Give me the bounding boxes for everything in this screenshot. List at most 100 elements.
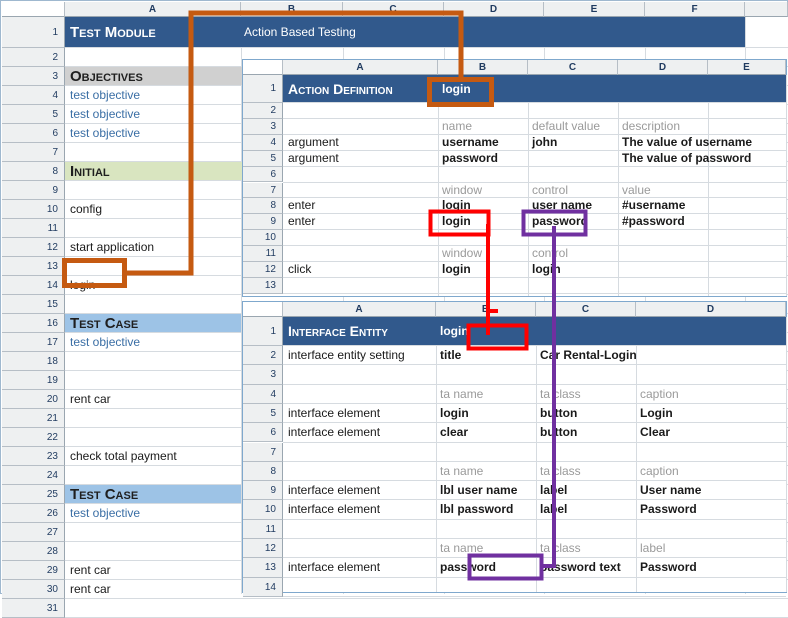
main-cell-A4: test objective xyxy=(70,88,141,102)
action-row-header-6[interactable]: 6 xyxy=(243,166,283,183)
main-column-header-D[interactable]: D xyxy=(444,2,544,17)
iface-row-header-7[interactable]: 7 xyxy=(243,442,283,462)
action-cell-B7: window xyxy=(442,182,483,197)
iface-select-all-corner[interactable] xyxy=(243,302,283,317)
main-row-header-23[interactable]: 23 xyxy=(2,447,65,466)
main-row-header-25[interactable]: 25 xyxy=(2,485,65,504)
action-row-header-1[interactable]: 1 xyxy=(243,75,283,103)
main-row-header-22[interactable]: 22 xyxy=(2,428,65,447)
main-row-header-7[interactable]: 7 xyxy=(2,143,65,162)
action-cell-B12: login xyxy=(442,262,471,276)
action-column-header-E[interactable]: E xyxy=(708,60,786,75)
main-row-header-19[interactable]: 19 xyxy=(2,371,65,390)
action-row-header-12[interactable]: 12 xyxy=(243,262,283,278)
action-cell-A5: argument xyxy=(288,150,339,165)
iface-cell-C5: button xyxy=(540,405,578,420)
main-row-header-8[interactable]: 8 xyxy=(2,162,65,181)
iface-grid-row-line xyxy=(283,595,786,597)
main-column-header-E[interactable]: E xyxy=(544,2,645,17)
main-row-header-26[interactable]: 26 xyxy=(2,504,65,523)
iface-cell-A6: interface element xyxy=(288,425,381,440)
action-definition-panel[interactable]: A B C D E 1 Action Definition login 2 3 name defaul… xyxy=(242,59,787,297)
main-row-header-15[interactable]: 15 xyxy=(2,295,65,314)
main-column-header-row: ABCDEF xyxy=(2,2,788,17)
main-column-header-partial[interactable] xyxy=(745,2,788,17)
main-row-header-21[interactable]: 21 xyxy=(2,409,65,428)
action-row-header-4[interactable]: 4 xyxy=(243,134,283,151)
action-row-header-10[interactable]: 10 xyxy=(243,230,283,247)
main-row-header-24[interactable]: 24 xyxy=(2,466,65,485)
main-row-header-6[interactable]: 6 xyxy=(2,124,65,143)
main-row-header-29[interactable]: 29 xyxy=(2,561,65,580)
main-cell-A10: config xyxy=(70,202,103,216)
main-row-header-30[interactable]: 30 xyxy=(2,580,65,599)
action-row-header-11[interactable]: 11 xyxy=(243,246,283,262)
iface-row-header-11[interactable]: 11 xyxy=(243,519,283,539)
main-row-header-11[interactable]: 11 xyxy=(2,219,65,238)
main-column-header-B[interactable]: B xyxy=(241,2,343,17)
action-row-header-13[interactable]: 13 xyxy=(243,277,283,294)
action-column-header-row: ABCDE xyxy=(243,60,786,75)
iface-cell-B8: ta name xyxy=(440,463,484,478)
action-column-header-D[interactable]: D xyxy=(618,60,708,75)
main-row-header-17[interactable]: 17 xyxy=(2,333,65,352)
main-row-header-5[interactable]: 5 xyxy=(2,105,65,124)
main-row-header-10[interactable]: 10 xyxy=(2,200,65,219)
action-row-header-5[interactable]: 5 xyxy=(243,150,283,167)
main-row-header-12[interactable]: 12 xyxy=(2,238,65,257)
action-column-header-B[interactable]: B xyxy=(438,60,528,75)
iface-row-header-8[interactable]: 8 xyxy=(243,461,283,482)
main-column-header-C[interactable]: C xyxy=(343,2,444,17)
iface-cell-A1: Interface Entity xyxy=(288,323,388,339)
iface-column-header-D[interactable]: D xyxy=(636,302,786,317)
action-row-header-2[interactable]: 2 xyxy=(243,103,283,119)
iface-row-header-4[interactable]: 4 xyxy=(243,384,283,404)
main-cell-B1: Action Based Testing xyxy=(244,25,356,39)
iface-column-header-C[interactable]: C xyxy=(536,302,636,317)
main-select-all-corner[interactable] xyxy=(2,2,65,17)
main-row-header-28[interactable]: 28 xyxy=(2,542,65,561)
main-row-header-3[interactable]: 3 xyxy=(2,67,65,86)
action-grid-row-line xyxy=(283,292,786,294)
main-row-header-20[interactable]: 20 xyxy=(2,390,65,409)
action-select-all-corner[interactable] xyxy=(243,60,283,75)
iface-cell-D6: Clear xyxy=(640,425,671,440)
action-cell-A1: Action Definition xyxy=(288,81,393,97)
action-row-header-7[interactable]: 7 xyxy=(243,182,283,199)
interface-entity-panel[interactable]: A B C D 1 Interface Entity login 2 interface ent… xyxy=(242,301,787,597)
iface-grid-col-line xyxy=(786,317,787,592)
iface-row-header-10[interactable]: 10 xyxy=(243,500,283,520)
iface-row-header-5[interactable]: 5 xyxy=(243,403,283,424)
iface-row-header-1[interactable]: 1 xyxy=(243,317,283,346)
main-row-header-16[interactable]: 16 xyxy=(2,314,65,333)
action-column-header-C[interactable]: C xyxy=(528,60,618,75)
main-row-header-13[interactable]: 13 xyxy=(2,257,65,276)
iface-row-header-12[interactable]: 12 xyxy=(243,539,283,559)
iface-row-header-3[interactable]: 3 xyxy=(243,365,283,385)
main-row-header-31[interactable]: 31 xyxy=(2,599,65,618)
iface-row-header-2[interactable]: 2 xyxy=(243,346,283,366)
main-row-header-2[interactable]: 2 xyxy=(2,48,65,67)
iface-column-header-A[interactable]: A xyxy=(283,302,436,317)
action-row-header-3[interactable]: 3 xyxy=(243,118,283,135)
main-row-header-18[interactable]: 18 xyxy=(2,352,65,371)
iface-column-header-B[interactable]: B xyxy=(436,302,536,317)
action-grid-col-line xyxy=(618,75,619,296)
action-row-header-9[interactable]: 9 xyxy=(243,214,283,231)
iface-row-header-13[interactable]: 13 xyxy=(243,558,283,578)
main-cell-A14: login xyxy=(70,278,96,292)
main-row-header-9[interactable]: 9 xyxy=(2,181,65,200)
main-cell-A6: test objective xyxy=(70,126,141,140)
main-row-header-1[interactable]: 1 xyxy=(2,17,65,48)
main-column-header-F[interactable]: F xyxy=(645,2,745,17)
action-column-header-A[interactable]: A xyxy=(283,60,438,75)
iface-grid-col-line xyxy=(436,317,437,592)
main-row-header-4[interactable]: 4 xyxy=(2,86,65,105)
iface-row-header-6[interactable]: 6 xyxy=(243,423,283,443)
iface-grid-col-line xyxy=(536,317,537,592)
iface-row-header-9[interactable]: 9 xyxy=(243,481,283,501)
action-row-header-8[interactable]: 8 xyxy=(243,198,283,215)
main-row-header-14[interactable]: 14 xyxy=(2,276,65,295)
main-column-header-A[interactable]: A xyxy=(65,2,241,17)
main-row-header-27[interactable]: 27 xyxy=(2,523,65,542)
